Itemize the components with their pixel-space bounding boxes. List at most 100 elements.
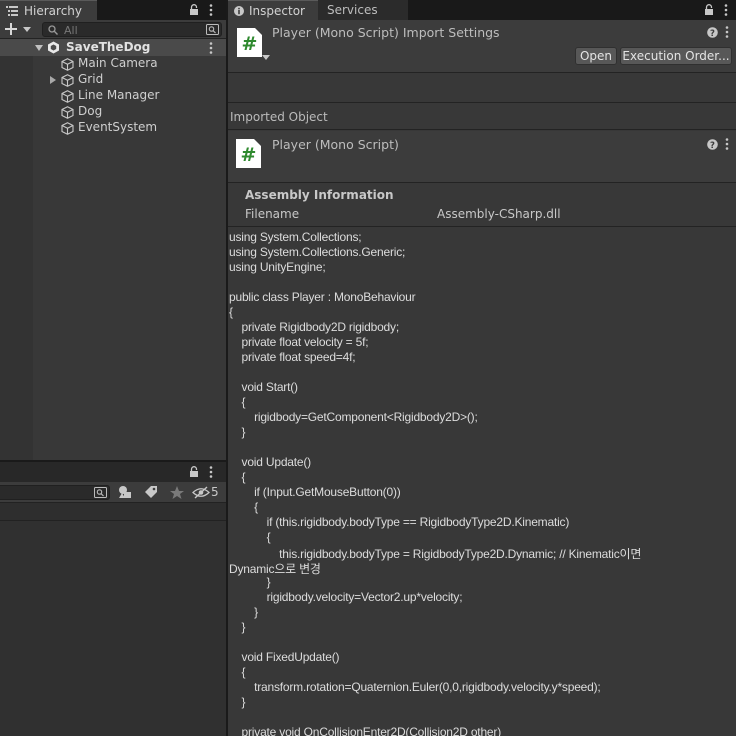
import-settings-header: # Player (Mono Script) Import Settings ?… [228, 20, 736, 73]
code-line: private float velocity = 5f; [229, 335, 369, 349]
gameobject-cube-icon [61, 106, 74, 119]
svg-text:?: ? [710, 29, 715, 38]
hierarchy-item[interactable]: Line Manager [0, 88, 226, 104]
help-icon[interactable]: ? [707, 27, 718, 38]
filename-label: Filename [245, 207, 300, 221]
object-more-icon[interactable] [725, 138, 729, 150]
scene-row[interactable]: SaveTheDog [0, 39, 226, 56]
code-line: } [229, 620, 246, 634]
import-settings-title: Player (Mono Script) Import Settings [272, 25, 500, 40]
project-content-area [0, 521, 226, 736]
tab-inspector-label: Inspector [249, 4, 305, 18]
filter-by-type-icon[interactable] [116, 485, 136, 500]
hidden-packages-count: 5 [211, 485, 219, 499]
hierarchy-item-label: EventSystem [78, 120, 158, 134]
code-line: { [229, 530, 271, 544]
code-line: { [229, 395, 246, 409]
hierarchy-item-label: Grid [78, 72, 104, 86]
hierarchy-item[interactable]: Grid [0, 72, 226, 88]
code-line: using System.Collections.Generic; [229, 245, 406, 259]
hierarchy-tab-bar: Hierarchy [0, 0, 226, 20]
code-line: { [229, 500, 258, 514]
icon-dropdown-chevron-icon[interactable] [262, 55, 270, 61]
project-breadcrumb-bar [0, 502, 226, 521]
hidden-packages-eye-icon[interactable] [192, 485, 210, 500]
project-search-input[interactable] [0, 485, 110, 500]
svg-text:?: ? [710, 141, 715, 150]
object-title: Player (Mono Script) [272, 137, 399, 152]
favorites-star-icon[interactable] [167, 485, 187, 500]
create-button[interactable] [5, 22, 35, 37]
code-line: } [229, 605, 258, 619]
expand-arrow-icon[interactable] [50, 76, 56, 84]
hierarchy-item-label: Dog [78, 104, 103, 118]
gameobject-cube-icon [61, 58, 74, 71]
hierarchy-tree: SaveTheDog Main Camera Grid Line Manager Do… [0, 39, 226, 460]
imported-object-bar: Imported Object [228, 104, 736, 130]
unity-scene-icon [48, 41, 59, 54]
tab-inspector[interactable]: Inspector [228, 0, 318, 20]
tab-services-label: Services [327, 3, 378, 17]
scene-name: SaveTheDog [66, 40, 151, 54]
tab-services[interactable]: Services [318, 0, 408, 20]
code-line: void Start() [229, 380, 298, 394]
header-more-icon[interactable] [725, 26, 729, 38]
tab-hierarchy-label: Hierarchy [24, 4, 83, 18]
hierarchy-item[interactable]: EventSystem [0, 120, 226, 136]
plus-icon [5, 23, 17, 35]
hierarchy-list-icon [6, 6, 18, 16]
search-scope-icon[interactable] [206, 24, 219, 35]
scene-menu-icon[interactable] [209, 42, 213, 54]
project-toolbar: 5 [0, 482, 226, 502]
hierarchy-item-label: Line Manager [78, 88, 160, 102]
assembly-heading: Assembly Information [245, 188, 394, 202]
hierarchy-toolbar: All [0, 20, 226, 39]
info-icon [234, 6, 244, 16]
inspector-lock-icon[interactable] [704, 4, 714, 15]
code-line: private float speed=4f; [229, 350, 356, 364]
project-panel-header [0, 460, 226, 482]
code-line: using System.Collections; [229, 230, 362, 244]
code-line: { [229, 470, 246, 484]
inspector-more-icon[interactable] [724, 4, 728, 16]
filter-by-label-icon[interactable] [141, 485, 161, 500]
tab-hierarchy[interactable]: Hierarchy [0, 0, 97, 20]
assembly-information: Assembly Information Filename Assembly-C… [228, 184, 736, 227]
hierarchy-search-input[interactable]: All [42, 22, 222, 37]
more-options-icon[interactable] [209, 4, 213, 16]
project-more-icon[interactable] [209, 466, 213, 478]
svg-text:#: # [242, 33, 258, 55]
filename-value: Assembly-CSharp.dll [437, 207, 561, 221]
code-line: { [229, 665, 246, 679]
code-line: void FixedUpdate() [229, 650, 340, 664]
csharp-script-icon: # [237, 28, 262, 57]
hierarchy-item[interactable]: Main Camera [0, 56, 226, 72]
project-lock-icon[interactable] [189, 466, 199, 477]
inspector-empty-area [228, 74, 736, 103]
code-line: this.rigidbody.bodyType = RigidbodyType2… [229, 547, 642, 561]
execution-order-button[interactable]: Execution Order... [620, 47, 732, 65]
code-line: rigidbody=GetComponent<Rigidbody2D>(); [229, 410, 478, 424]
gameobject-cube-icon [61, 122, 74, 135]
csharp-script-icon: # [236, 139, 261, 168]
inspector-tab-bar: Inspector Services [228, 0, 736, 20]
object-help-icon[interactable]: ? [707, 139, 718, 150]
expand-arrow-icon[interactable] [35, 45, 43, 51]
code-line: } [229, 425, 246, 439]
code-line: public class Player : MonoBehaviour [229, 290, 416, 304]
hierarchy-item-label: Main Camera [78, 56, 158, 70]
code-line: if (this.rigidbody.bodyType == Rigidbody… [229, 515, 570, 529]
code-line: void Update() [229, 455, 312, 469]
hierarchy-item[interactable]: Dog [0, 104, 226, 120]
open-button[interactable]: Open [575, 47, 617, 65]
code-line: private void OnCollisionEnter2D(Collisio… [229, 725, 502, 736]
lock-icon[interactable] [189, 4, 199, 15]
code-line: if (Input.GetMouseButton(0)) [229, 485, 401, 499]
code-line: using UnityEngine; [229, 260, 326, 274]
code-line: } [229, 575, 271, 589]
code-line: private Rigidbody2D rigidbody; [229, 320, 400, 334]
chevron-down-icon [23, 27, 31, 32]
imported-object-header: # Player (Mono Script) ? [228, 131, 736, 183]
svg-text:#: # [241, 144, 257, 166]
project-search-scope-icon[interactable] [94, 487, 107, 498]
